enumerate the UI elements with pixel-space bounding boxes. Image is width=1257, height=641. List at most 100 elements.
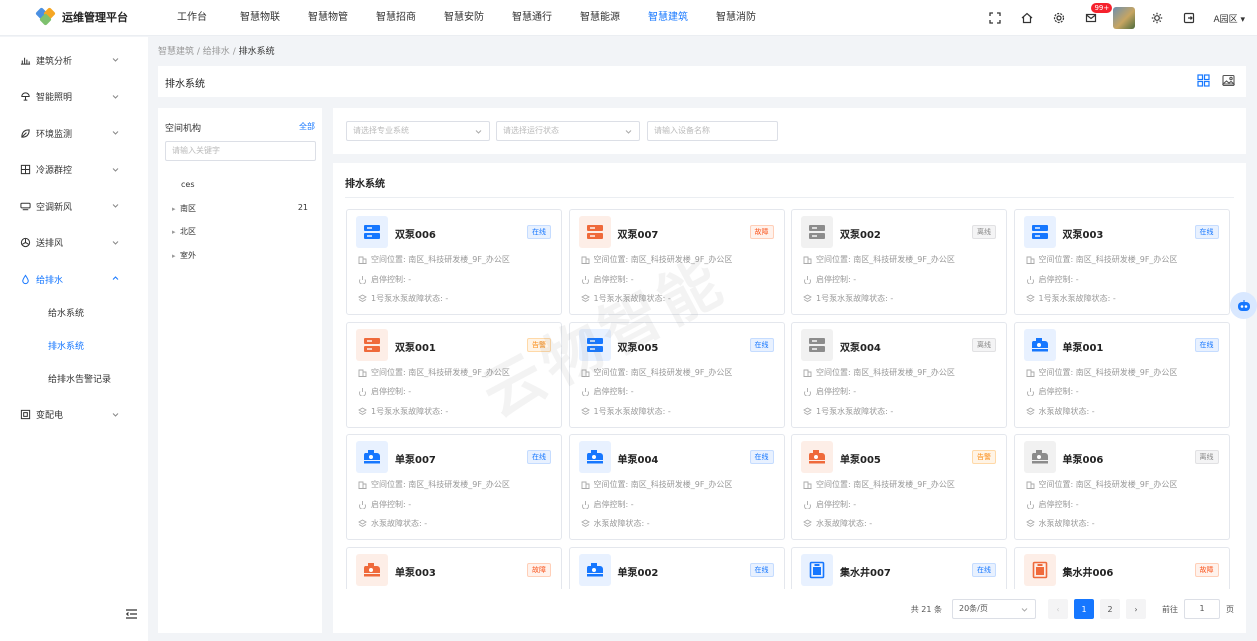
device-card[interactable]: 单泵003故障空间位置: 南区_科技研发楼_9F_办公区启停控制: -水泵故障状… (346, 546, 562, 589)
sidebar-item[interactable]: 建筑分析 (0, 42, 148, 79)
device-attr-row: 启停控制: - (581, 386, 634, 397)
device-card[interactable]: 双泵001 告警 空间位置: 南区_科技研发楼_9F_办公区 启停控制: - 1号泵水泵… (346, 321, 562, 428)
nav-item[interactable]: 工作台 (158, 0, 226, 36)
device-card[interactable]: 单泵001 在线 空间位置: 南区_科技研发楼_9F_办公区 启停控制: - 水泵故障状… (1013, 321, 1230, 428)
status-badge: 故障 (1194, 562, 1219, 577)
notification-button[interactable]: 99+ (1075, 0, 1113, 36)
sidebar-item[interactable]: 送排风 (0, 225, 148, 262)
sidebar-subitem[interactable]: 给排水告警记录 (0, 364, 148, 397)
breadcrumb-item[interactable]: 给排水 (203, 47, 230, 57)
sidebar-item-label: 智能照明 (36, 93, 73, 104)
breadcrumb-item[interactable]: 智慧建筑 (158, 47, 194, 57)
page-number-button[interactable]: 2 (1100, 599, 1120, 619)
device-name: 双泵001 (395, 342, 436, 354)
power-toggle-icon (581, 388, 589, 396)
nav-item[interactable]: 智慧消防 (702, 0, 770, 36)
nav-item[interactable]: 智慧建筑 (634, 0, 702, 36)
device-card[interactable]: 双泵004 离线 空间位置: 南区_科技研发楼_9F_办公区 启停控制: - 1号泵水泵… (791, 321, 1007, 428)
tree-node[interactable]: ▸ 室外 (172, 250, 308, 261)
page-number-button[interactable]: 1 (1074, 599, 1094, 619)
device-attr-row: 启停控制: - (803, 274, 856, 285)
next-page-button[interactable]: › (1126, 599, 1146, 619)
status-select[interactable]: 请选择运行状态 (496, 121, 640, 141)
device-attr-row: 空间位置: 南区_科技研发楼_9F_办公区 (358, 367, 510, 378)
device-attr-row: 空间位置: 南区_科技研发楼_9F_办公区 (358, 254, 510, 265)
sidebar-item[interactable]: 环境监测 (0, 115, 148, 152)
nav-item[interactable]: 智慧物联 (226, 0, 294, 36)
tree-search-input[interactable]: 请输入关键字 (165, 141, 316, 161)
layers-icon (1025, 406, 1035, 415)
device-card[interactable]: 双泵007 故障 空间位置: 南区_科技研发楼_9F_办公区 启停控制: - 1号泵水泵… (568, 209, 785, 315)
sidebar-item[interactable]: 冷源群控 (0, 152, 148, 189)
scene-view-icon[interactable] (1222, 74, 1235, 87)
fullscreen-icon[interactable] (979, 0, 1011, 36)
sidebar-item[interactable]: 智能照明 (0, 79, 148, 116)
nav-item[interactable]: 智慧通行 (498, 0, 566, 36)
logout-icon[interactable] (1173, 0, 1205, 36)
mail-icon (1086, 13, 1097, 23)
avatar[interactable] (1113, 7, 1136, 29)
double-pump-icon (578, 328, 611, 361)
device-card[interactable]: 双泵002 离线 空间位置: 南区_科技研发楼_9F_办公区 启停控制: - 1号泵水泵… (791, 209, 1007, 315)
device-attr-row: 1号泵水泵故障状态: - (803, 293, 893, 304)
sidebar-subitem[interactable]: 排水系统 (0, 331, 148, 364)
sidebar-item[interactable]: 空调新风 (0, 188, 148, 225)
logo[interactable]: 运维管理平台 (35, 7, 128, 26)
device-attr-text: 启停控制: - (593, 274, 634, 284)
tree-all-link[interactable]: 全部 (299, 121, 315, 132)
tree-node-label: 南区 (180, 204, 196, 213)
device-card[interactable]: 单泵005 告警 空间位置: 南区_科技研发楼_9F_办公区 启停控制: - 水泵故障状… (791, 434, 1007, 540)
single-pump-icon (1023, 328, 1056, 361)
system-select[interactable]: 请选择专业系统 (346, 121, 490, 141)
collapse-menu-icon[interactable] (126, 609, 137, 619)
power-toggle-icon (1026, 388, 1034, 396)
device-card[interactable]: 单泵006 离线 空间位置: 南区_科技研发楼_9F_办公区 启停控制: - 水泵故障状… (1013, 434, 1230, 540)
status-badge: 故障 (527, 562, 551, 577)
tree-node[interactable]: ▸ 北区 (172, 226, 308, 237)
device-attr-text: 启停控制: - (371, 274, 412, 284)
device-attr-row: 1号泵水泵故障状态: - (358, 406, 448, 417)
device-card[interactable]: 单泵007 在线 空间位置: 南区_科技研发楼_9F_办公区 启停控制: - 水泵故障状… (346, 434, 562, 540)
user-name: A园区 (1213, 14, 1238, 25)
device-attr-row: 水泵故障状态: - (580, 518, 650, 529)
goto-page-input[interactable]: 1 (1184, 599, 1220, 619)
device-card[interactable]: 集水井007在线空间位置: 南区_科技研发楼_9F_办公区启停控制: - (791, 546, 1007, 589)
theme-sun-icon[interactable] (1141, 0, 1173, 36)
sidebar-subitem[interactable]: 给水系统 (0, 298, 148, 331)
device-attr-row: 水泵故障状态: - (803, 518, 872, 529)
power-toggle-icon (359, 500, 366, 509)
device-name-input[interactable]: 请输入设备名称 (647, 121, 778, 141)
sidebar-item-label: 给排水 (36, 275, 64, 286)
grid-view-icon[interactable] (1197, 74, 1210, 87)
nav-item[interactable]: 智慧安防 (430, 0, 498, 36)
tree-node[interactable]: ▸ 南区 21 (172, 203, 308, 214)
device-attr-text: 水泵故障状态: - (371, 519, 428, 528)
user-menu[interactable]: A园区 ▾ (1205, 12, 1257, 25)
sidebar-item[interactable]: 变配电 (0, 397, 148, 434)
power-toggle-icon (1026, 275, 1034, 284)
device-name: 双泵003 (1062, 230, 1104, 241)
nav-item[interactable]: 智慧能源 (566, 0, 634, 36)
nav-item[interactable]: 智慧招商 (362, 0, 430, 36)
device-card[interactable]: 集水井006故障空间位置: 南区_科技研发楼_9F_办公区启停控制: - (1013, 546, 1230, 589)
prev-page-button[interactable]: ‹ (1048, 599, 1068, 619)
page-size-select[interactable]: 20条/页 (952, 599, 1036, 619)
device-card[interactable]: 双泵003 在线 空间位置: 南区_科技研发楼_9F_办公区 启停控制: - 1号泵水泵… (1013, 209, 1230, 315)
nav-item[interactable]: 智慧物管 (294, 0, 362, 36)
top-bar: 运维管理平台 工作台 智慧物联 智慧物管 智慧招商 智慧安防 智慧通行 智慧能源 智慧建筑 智慧… (0, 0, 1257, 36)
assistant-robot-icon[interactable] (1230, 292, 1257, 319)
device-attr-row: 空间位置: 南区_科技研发楼_9F_办公区 (803, 367, 955, 378)
device-card[interactable]: 双泵005 在线 空间位置: 南区_科技研发楼_9F_办公区 启停控制: - 1号泵水泵… (568, 321, 785, 428)
device-attr-row: 空间位置: 南区_科技研发楼_9F_办公区 (1026, 479, 1177, 490)
single-pump-icon (578, 553, 611, 586)
settings-icon[interactable] (1043, 0, 1075, 36)
tree-node[interactable]: ces (172, 180, 308, 189)
layers-icon (1025, 294, 1035, 303)
device-attr-text: 启停控制: - (371, 499, 412, 509)
home-icon[interactable] (1011, 0, 1043, 36)
device-card[interactable]: 单泵002在线空间位置: 南区_科技研发楼_9F_办公区启停控制: -水泵故障状… (568, 546, 785, 589)
device-card[interactable]: 单泵004 在线 空间位置: 南区_科技研发楼_9F_办公区 启停控制: - 水泵故障状… (568, 434, 785, 540)
sidebar-item[interactable]: 给排水 (0, 261, 148, 298)
device-card[interactable]: 双泵006 在线 空间位置: 南区_科技研发楼_9F_办公区 启停控制: - 1号泵水泵… (346, 209, 562, 315)
chevron-down-icon (1021, 608, 1028, 612)
